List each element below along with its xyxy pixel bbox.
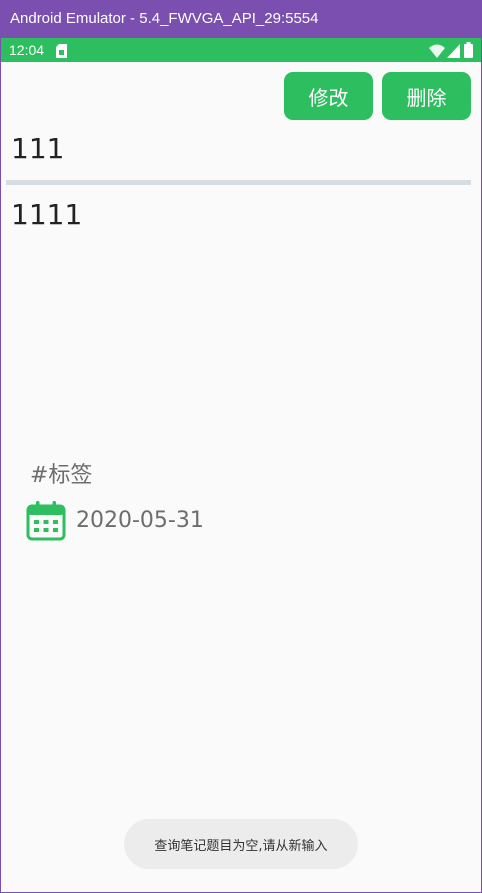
phone-screen: 12:04 修改 删除 111 1111 #标签 2020-05-31 查询笔记… [1,38,481,892]
wifi-icon [429,43,445,62]
sim-card-icon [56,43,67,62]
signal-icon [447,43,460,62]
calendar-icon [25,500,67,546]
note-date: 2020-05-31 [76,508,204,533]
note-body[interactable]: 1111 [11,198,82,231]
status-bar: 12:04 [1,38,481,62]
toast-message: 查询笔记题目为空,请从新输入 [124,819,358,869]
note-tag: #标签 [30,463,93,488]
delete-button[interactable]: 删除 [382,72,471,120]
edit-button[interactable]: 修改 [284,72,373,120]
window-title: Android Emulator - 5.4_FWVGA_API_29:5554 [10,10,319,27]
toast-text: 查询笔记题目为空,请从新输入 [154,838,328,854]
title-divider [6,180,471,185]
status-time: 12:04 [9,42,45,58]
delete-button-label: 删除 [406,85,447,110]
note-title[interactable]: 111 [11,132,64,165]
edit-button-label: 修改 [308,85,349,110]
battery-icon [464,42,473,62]
emulator-title-bar: Android Emulator - 5.4_FWVGA_API_29:5554 [0,0,482,38]
